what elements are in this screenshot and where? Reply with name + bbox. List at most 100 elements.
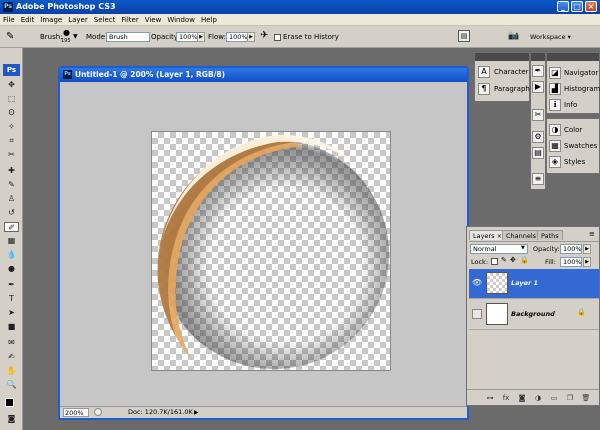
clone-source-icon[interactable]: ▶ [532,81,544,93]
menu-layer[interactable]: Layer [65,14,91,26]
dodge-tool-icon[interactable]: ● [4,264,19,274]
menu-image[interactable]: Image [37,14,65,26]
blend-mode-arrow-icon[interactable]: ▼ [521,245,525,251]
eyedropper-tool-icon[interactable]: ✍ [4,352,19,362]
styles-icon[interactable]: ◈ [549,156,561,168]
move-tool-icon[interactable]: ✥ [4,80,19,90]
crop-tool-icon[interactable]: ⌗ [4,136,19,146]
swatches-icon[interactable]: ▦ [549,140,561,152]
navigator-icon[interactable]: ◪ [549,67,561,79]
layer-name[interactable]: Layer 1 [511,279,538,287]
pen-tool-icon[interactable]: ✒ [4,280,19,290]
menu-file[interactable]: File [0,14,18,26]
layer-row-layer1[interactable]: 👁 Layer 1 [469,269,599,299]
layer-style-icon[interactable]: fx [501,393,511,403]
slice-tool-icon[interactable]: ✂ [4,150,19,160]
brush-tool-icon[interactable]: ✎ [4,180,19,190]
tab-channels[interactable]: Channels [502,230,541,240]
layer-name[interactable]: Background [511,310,555,318]
quick-mask-icon[interactable]: ◙ [4,414,19,424]
info-label[interactable]: Info [564,97,577,113]
file-browser-icon[interactable]: ▤ [458,30,470,42]
lock-image-icon[interactable]: ✎ [501,256,507,264]
histogram-icon[interactable]: ▟ [549,83,561,95]
visibility-eye-icon[interactable]: 👁 [471,277,483,289]
brush-dot-icon[interactable]: ● [63,28,70,37]
flow-slider-arrow-icon[interactable]: ▶ [247,32,255,42]
lock-all-icon[interactable]: 🔒 [520,256,529,264]
workspace-camera-icon[interactable]: 📷 [508,31,519,41]
lock-position-icon[interactable]: ✥ [510,256,516,264]
new-group-icon[interactable]: ▭ [549,393,559,403]
menu-window[interactable]: Window [164,14,198,26]
opacity-field[interactable]: 100% [176,32,198,42]
strip-header[interactable] [531,53,545,61]
layer-row-background[interactable]: Background 🔒 [469,300,599,330]
actions-icon[interactable]: ▤ [532,147,544,159]
status-info-icon[interactable] [94,408,102,416]
history-icon[interactable]: ≡ [532,173,544,185]
tool-presets-icon[interactable]: ✂ [532,109,544,121]
airbrush-icon[interactable]: ✈ [260,30,268,41]
zoom-level-field[interactable]: 200% [63,408,89,417]
navigator-label[interactable]: Navigator [564,65,598,81]
workspace-menu[interactable]: Workspace ▾ [530,32,571,42]
layer-comps-icon[interactable]: ⚙ [532,131,544,143]
brushes-icon[interactable]: ✒ [532,65,544,77]
info-icon[interactable]: ℹ [549,99,561,111]
blur-tool-icon[interactable]: 💧 [4,250,19,260]
gradient-tool-icon[interactable]: ▦ [4,236,19,246]
foreground-color-swatch[interactable] [5,398,14,407]
opacity-slider-arrow-icon[interactable]: ▶ [197,32,205,42]
delete-layer-icon[interactable]: 🗑 [581,393,591,403]
zoom-tool-icon[interactable]: 🔍 [4,380,19,390]
menu-edit[interactable]: Edit [18,14,38,26]
paragraph-label[interactable]: Paragraph [494,81,530,97]
character-icon[interactable]: A [478,66,490,78]
healing-brush-tool-icon[interactable]: ✚ [4,166,19,176]
layer-mask-icon[interactable]: ◙ [517,393,527,403]
brush-picker-arrow-icon[interactable]: ▼ [73,33,78,40]
link-layers-icon[interactable]: ⊶ [485,393,495,403]
panel-header[interactable] [475,53,529,61]
magic-wand-tool-icon[interactable]: ✧ [4,122,19,132]
eraser-tool-icon[interactable]: ✐ [4,222,19,232]
tab-paths[interactable]: Paths [537,230,563,240]
maximize-button[interactable]: □ [571,1,583,12]
visibility-toggle-empty[interactable] [472,309,482,319]
menu-view[interactable]: View [142,14,165,26]
panel-menu-icon[interactable]: ≡ [589,230,595,238]
menu-help[interactable]: Help [198,14,220,26]
styles-label[interactable]: Styles [564,154,585,170]
type-tool-icon[interactable]: T [4,294,19,304]
lock-transparent-icon[interactable] [491,258,498,265]
color-label[interactable]: Color [564,122,582,138]
erase-history-checkbox[interactable] [274,34,281,41]
paragraph-icon[interactable]: ¶ [478,83,490,95]
new-layer-icon[interactable]: ❐ [565,393,575,403]
blend-mode-select[interactable]: Normal [470,244,528,254]
path-selection-tool-icon[interactable]: ➤ [4,308,19,318]
marquee-tool-icon[interactable]: ⬚ [4,94,19,104]
fill-field[interactable]: 100% [560,257,582,267]
lasso-tool-icon[interactable]: ʘ [4,108,19,118]
adjustment-layer-icon[interactable]: ◑ [533,393,543,403]
color-icon[interactable]: ◑ [549,124,561,136]
history-brush-tool-icon[interactable]: ↺ [4,208,19,218]
menu-select[interactable]: Select [91,14,119,26]
mode-select[interactable]: Brush [106,32,150,42]
flow-field[interactable]: 100% [226,32,248,42]
eraser-tool-preset-icon[interactable]: ✎ [6,31,14,42]
minimize-button[interactable]: _ [557,1,569,12]
layer-opacity-field[interactable]: 100% [560,244,582,254]
status-menu-arrow-icon[interactable]: ▶ [194,407,199,418]
notes-tool-icon[interactable]: ✉ [4,338,19,348]
clone-stamp-tool-icon[interactable]: ♙ [4,194,19,204]
swatches-label[interactable]: Swatches [564,138,597,154]
menu-filter[interactable]: Filter [118,14,141,26]
close-button[interactable]: × [585,1,597,12]
fill-arrow-icon[interactable]: ▶ [583,257,591,267]
document-title-bar[interactable]: Ps Untitled-1 @ 200% (Layer 1, RGB/8) [60,68,467,82]
histogram-label[interactable]: Histogram [564,81,600,97]
tab-layers[interactable]: Layers × [469,230,507,240]
